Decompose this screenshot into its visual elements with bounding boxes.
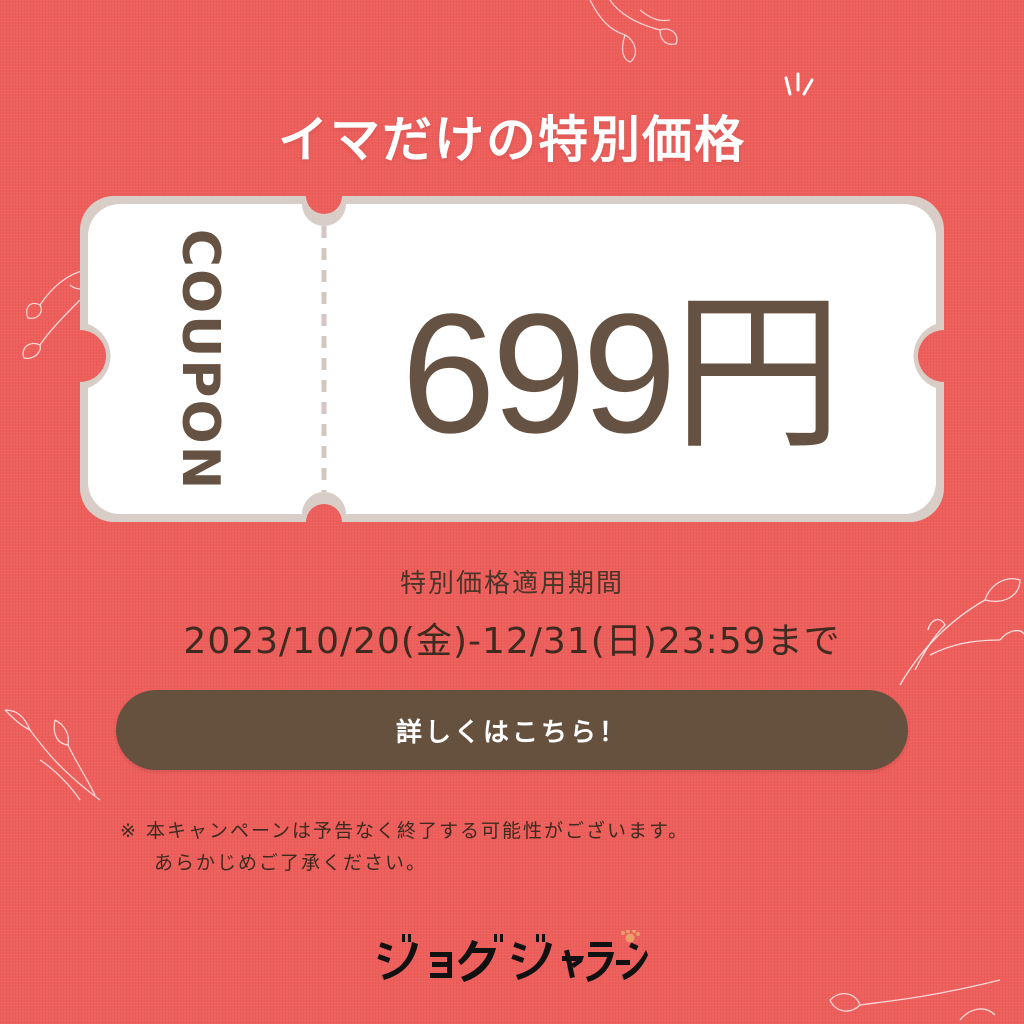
period-value: 2023/10/20(金)-12/31(日)23:59まで (183, 621, 841, 662)
details-button[interactable]: 詳しくはこちら！ (116, 690, 908, 770)
headline: イマだけの特別価格 (278, 111, 746, 169)
paw-icon (621, 930, 640, 943)
tulip-decoration-top-icon (589, 0, 678, 63)
tulip-decoration-bottom-right-icon (829, 979, 1001, 1021)
coupon-price: 699円 (401, 279, 843, 469)
tulip-decoration-left-icon (22, 269, 89, 359)
disclaimer-line-2: あらかじめご了承ください。 (154, 852, 428, 874)
tulip-decoration-bottom-left-icon (4, 709, 101, 801)
sparkle-icon (784, 72, 814, 96)
disclaimer-notes: ※ 本キャンペーンは予告なく終了する可能性がございます。 あらかじめご了承くださ… (120, 815, 689, 879)
period-label: 特別価格適用期間 (399, 569, 624, 599)
coupon-label: COUPON (170, 228, 230, 492)
brand-logo (377, 930, 648, 982)
disclaimer-line-1: ※ 本キャンペーンは予告なく終了する可能性がございます。 (120, 820, 690, 842)
